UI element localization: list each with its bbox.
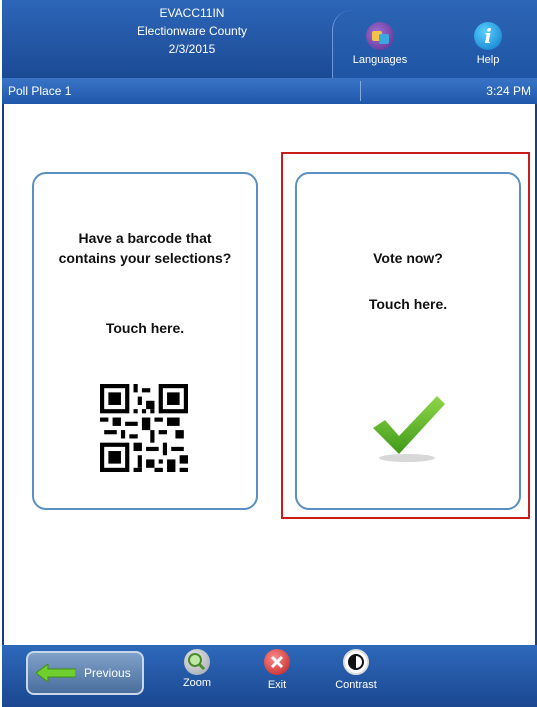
- help-icon: i: [474, 22, 502, 50]
- barcode-question-line2: contains your selections?: [58, 250, 232, 266]
- zoom-button[interactable]: Zoom: [174, 649, 220, 689]
- barcode-touch-label: Touch here.: [105, 320, 185, 336]
- previous-label: Previous: [84, 666, 131, 680]
- poll-place: Poll Place 1: [8, 84, 72, 98]
- arrow-left-icon: [36, 664, 76, 682]
- status-divider: [360, 81, 361, 101]
- contrast-button[interactable]: Contrast: [328, 649, 384, 691]
- qr-code-icon: [100, 384, 188, 472]
- machine-id: EVACC11IN: [159, 6, 225, 20]
- languages-button[interactable]: Languages: [345, 22, 415, 66]
- selection-highlight: [281, 152, 530, 519]
- exit-icon: [264, 649, 290, 675]
- languages-label: Languages: [352, 54, 408, 66]
- barcode-question-line1: Have a barcode that: [78, 230, 212, 246]
- previous-button[interactable]: Previous: [26, 651, 144, 695]
- barcode-card[interactable]: Have a barcode that contains your select…: [32, 172, 258, 510]
- help-label: Help: [476, 54, 500, 66]
- exit-label: Exit: [267, 679, 287, 691]
- clock-time: 3:24 PM: [486, 84, 531, 98]
- county-name: Electionware County: [136, 24, 248, 38]
- zoom-label: Zoom: [182, 677, 212, 689]
- header-tabs: Languages i Help: [332, 10, 537, 78]
- contrast-icon: [343, 649, 369, 675]
- languages-icon: [366, 22, 394, 50]
- footer-bar: Previous Zoom Exit Contrast: [2, 645, 537, 707]
- help-button[interactable]: i Help: [463, 22, 513, 66]
- zoom-icon: [184, 649, 210, 675]
- status-bar: Poll Place 1 3:24 PM: [2, 78, 537, 104]
- election-date: 2/3/2015: [168, 42, 216, 56]
- contrast-label: Contrast: [335, 679, 377, 691]
- exit-button[interactable]: Exit: [254, 649, 300, 691]
